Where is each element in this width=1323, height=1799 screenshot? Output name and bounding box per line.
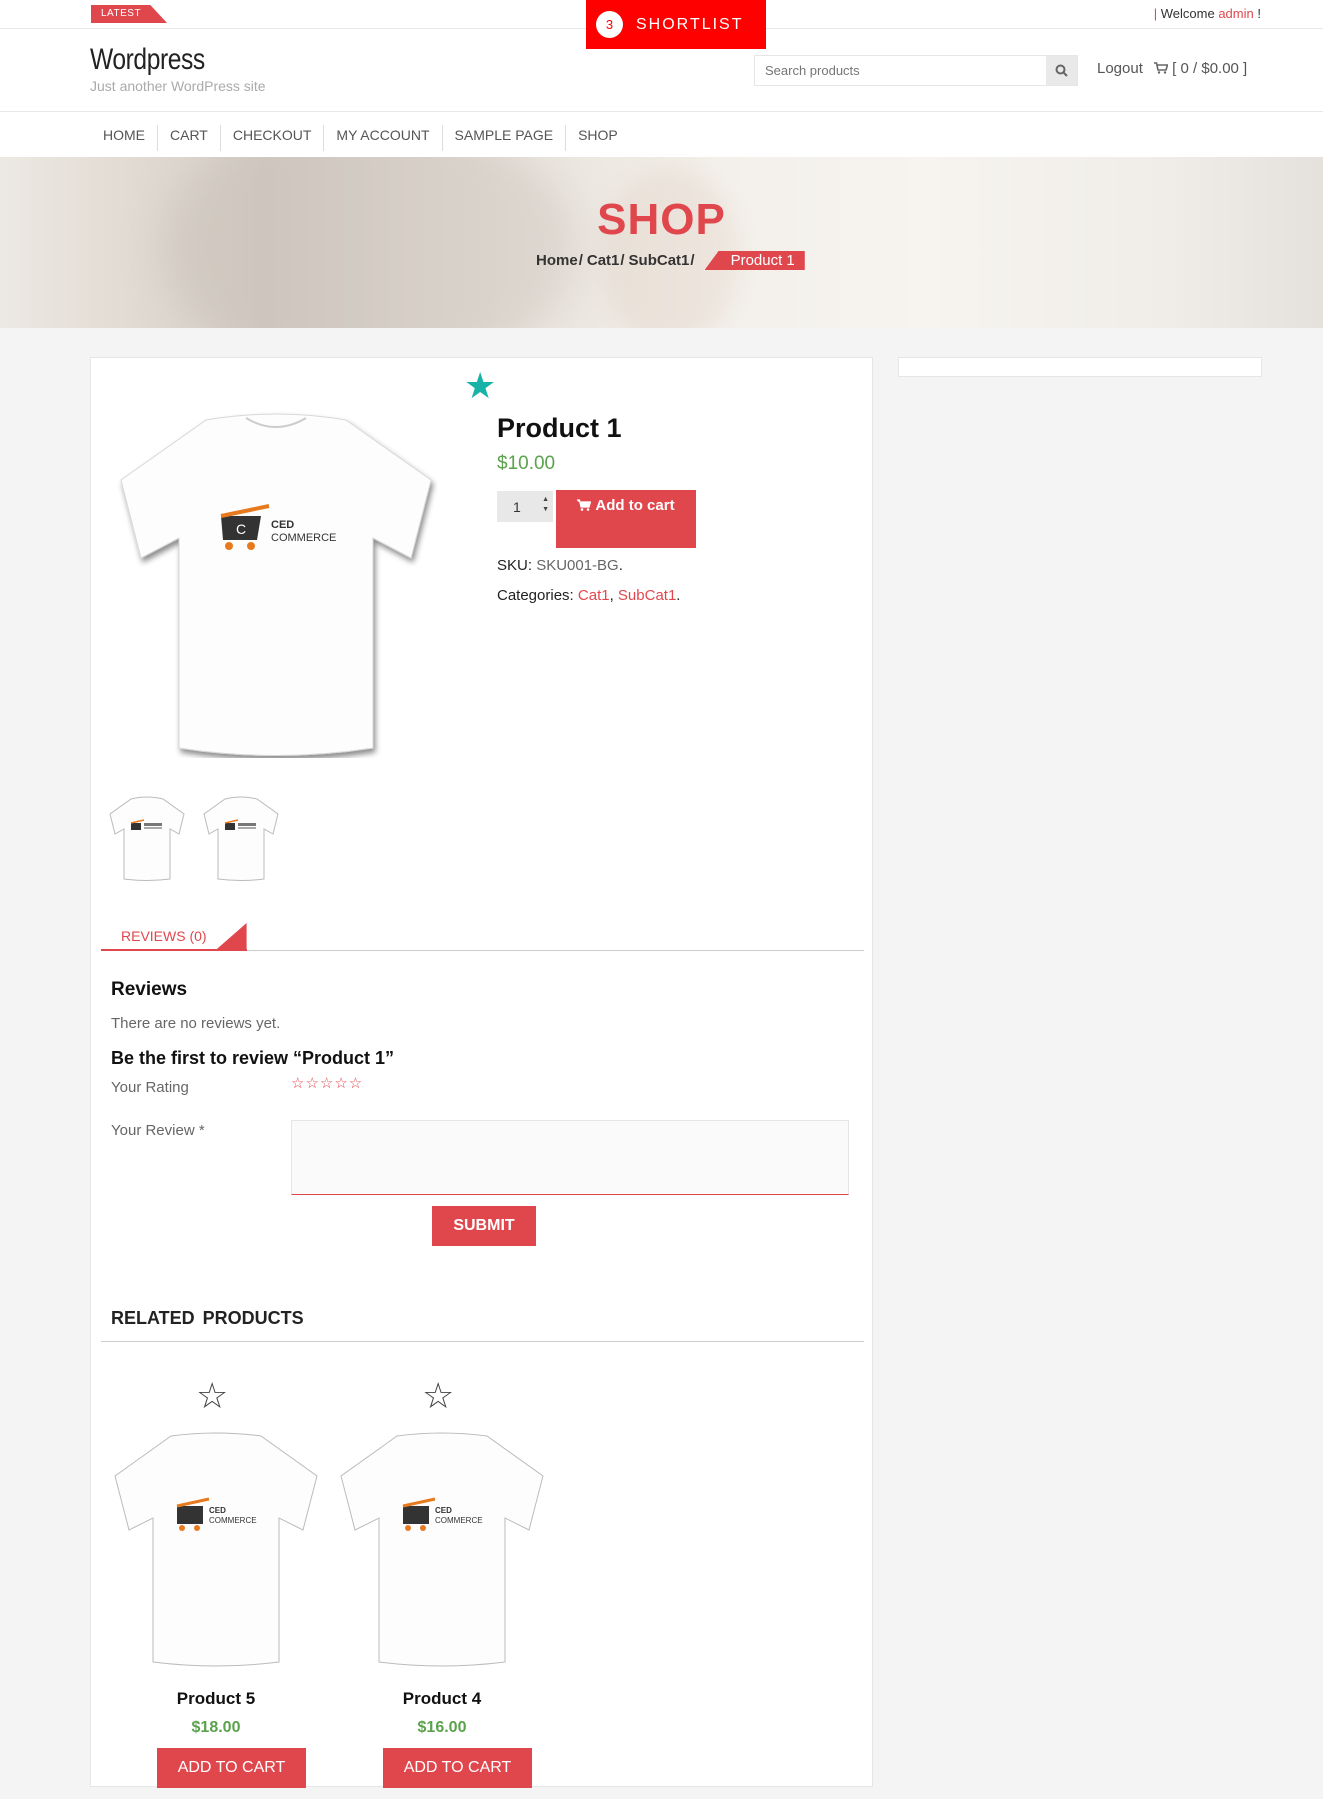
shortlist-button[interactable]: 3 SHORTLIST [586,0,766,49]
quantity-value: 1 [513,498,521,515]
page-banner: SHOP Home / Cat1 / SubCat1 / Product 1 [0,157,1323,328]
breadcrumb-separator: / [578,252,583,269]
welcome-message: | Welcome admin ! [1154,6,1261,21]
product-price: $10.00 [497,453,556,474]
header-cart-link[interactable]: [ 0 / $0.00 ] [1154,60,1247,77]
related-product-image[interactable]: CED COMMERCE [109,1430,323,1670]
submit-review-button[interactable]: SUBMIT [432,1206,536,1246]
logout-link[interactable]: Logout [1097,60,1143,77]
review-textarea[interactable] [291,1120,849,1195]
related-product-price: $18.00 [191,1719,241,1736]
nav-item-my-account[interactable]: MY ACCOUNT [324,125,443,151]
quantity-stepper[interactable]: 1 ▲ ▼ [497,491,553,522]
welcome-separator: | [1153,6,1158,21]
reviews-heading: Reviews [111,979,188,1000]
breadcrumb-home[interactable]: Home [536,252,578,269]
related-product-price: $16.00 [417,1719,467,1736]
nav-item-checkout[interactable]: CHECKOUT [221,125,325,151]
related-add-to-cart-button[interactable]: ADD TO CART [383,1748,532,1788]
product-tabs: REVIEWS (0) [101,923,864,951]
category-link-cat1[interactable]: Cat1 [578,587,610,604]
related-product-name[interactable]: Product 4 [327,1689,557,1709]
nav-item-cart[interactable]: CART [158,125,221,151]
page-title: SHOP [597,195,726,244]
logo-text-commerce: COMMERCE [435,1516,483,1525]
product-main-image[interactable]: C CED COMMERCE [111,408,441,758]
svg-text:C: C [236,521,246,537]
sku-label: SKU: [497,557,533,574]
main-nav: HOME CART CHECKOUT MY ACCOUNT SAMPLE PAG… [0,112,1323,157]
product-thumbnail[interactable] [107,794,187,884]
favorite-star-outline-icon[interactable]: ☆ [422,1378,454,1414]
product-thumbnails [107,794,281,884]
sku-value: SKU001-BG [536,557,619,574]
logo-text-ced: CED [271,519,294,531]
nav-item-home[interactable]: HOME [91,125,158,151]
favorite-star-outline-icon[interactable]: ☆ [196,1378,228,1414]
divider [101,1341,864,1342]
sidebar-widget [898,357,1262,377]
search-icon [1055,64,1068,77]
cart-icon [575,499,592,511]
review-form-title: Be the first to review “Product 1” [111,1048,395,1068]
username-link[interactable]: admin [1218,6,1253,21]
rating-label: Your Rating [111,1079,189,1096]
latest-tag: LATEST [91,5,168,23]
search-form [754,55,1078,86]
breadcrumb-cat1[interactable]: Cat1 [587,252,620,269]
related-products-heading: RELATED PRODUCTS [111,1308,304,1328]
cart-summary: [ 0 / $0.00 ] [1172,60,1248,77]
logo-text-commerce: COMMERCE [271,532,336,544]
category-link-subcat1[interactable]: SubCat1 [618,587,676,604]
product-thumbnail[interactable] [201,794,281,884]
product-sku: SKU: SKU001-BG. [497,557,623,574]
tab-reviews[interactable]: REVIEWS (0) [101,923,247,951]
search-button[interactable] [1046,56,1077,85]
favorite-star-icon[interactable]: ★ [464,368,496,404]
breadcrumb-current: Product 1 [704,251,805,270]
logo-text-ced: CED [435,1506,452,1515]
logo-text-commerce: COMMERCE [209,1516,257,1525]
product-categories: Categories: Cat1, SubCat1. [497,587,681,604]
tab-reviews-label: REVIEWS (0) [121,928,207,944]
cart-icon [1154,62,1169,74]
breadcrumb-separator: / [620,252,625,269]
review-label: Your Review * [111,1122,205,1139]
shortlist-label: SHORTLIST [636,15,744,33]
related-product-name[interactable]: Product 5 [101,1689,331,1709]
add-to-cart-label: Add to cart [595,497,675,514]
product-card: ★ C CED COMMERCE Product 1 $10.00 1 ▲ ▼ … [90,357,873,1788]
breadcrumb-separator: / [690,252,695,269]
product-title: Product 1 [497,413,622,443]
categories-label: Categories: [497,587,574,604]
related-add-to-cart-button[interactable]: ADD TO CART [157,1748,306,1788]
nav-item-sample-page[interactable]: SAMPLE PAGE [443,125,567,151]
stepper-arrows-icon[interactable]: ▲ ▼ [542,495,549,515]
breadcrumb: Home / Cat1 / SubCat1 / Product 1 [536,251,805,270]
search-input[interactable] [755,56,1045,85]
site-tagline: Just another WordPress site [90,78,266,94]
related-product-image[interactable]: CED COMMERCE [335,1430,549,1670]
no-reviews-text: There are no reviews yet. [111,1015,281,1032]
rating-stars-input[interactable]: ☆☆☆☆☆ [291,1074,363,1092]
site-title[interactable]: Wordpress [90,43,205,77]
logo-text-ced: CED [209,1506,226,1515]
welcome-suffix: ! [1257,6,1261,21]
breadcrumb-subcat1[interactable]: SubCat1 [629,252,690,269]
welcome-prefix: Welcome [1160,6,1215,21]
add-to-cart-button[interactable]: Add to cart [556,490,696,548]
shortlist-count: 3 [596,11,623,38]
nav-item-shop[interactable]: SHOP [566,125,630,151]
